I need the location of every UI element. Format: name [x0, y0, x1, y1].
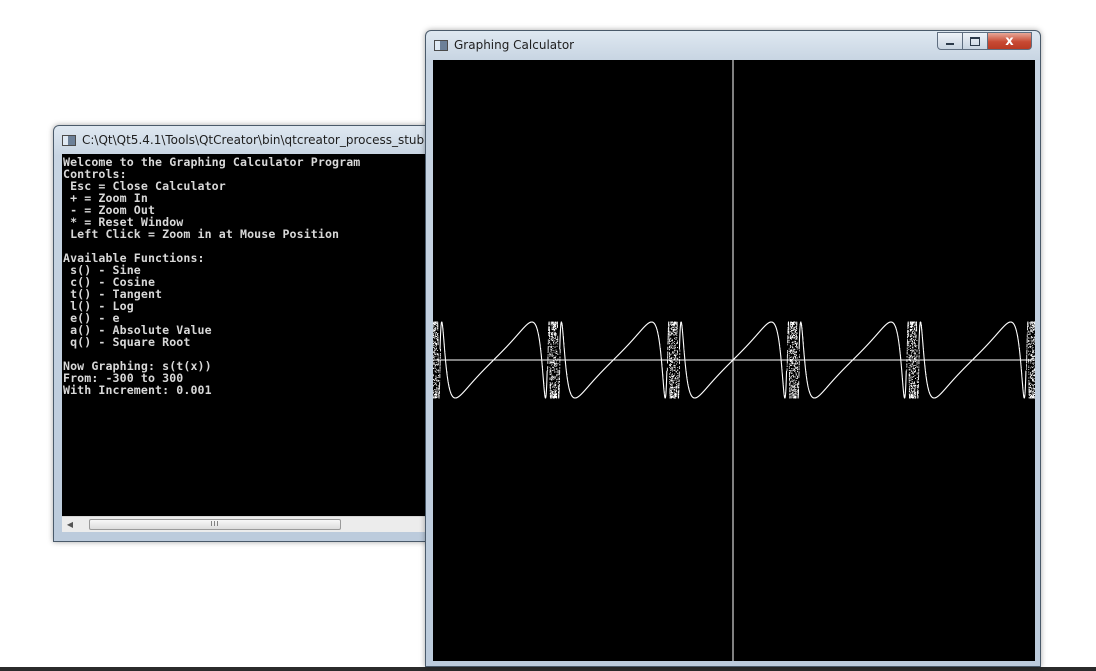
maximize-icon: [970, 37, 980, 46]
console-window[interactable]: C:\Qt\Qt5.4.1\Tools\QtCreator\bin\qtcrea…: [53, 125, 453, 542]
minimize-button[interactable]: [937, 32, 963, 50]
console-title: C:\Qt\Qt5.4.1\Tools\QtCreator\bin\qtcrea…: [82, 133, 449, 147]
scroll-left-arrow-icon[interactable]: ◀: [62, 517, 78, 532]
console-line: Left Click = Zoom in at Mouse Position: [63, 227, 339, 241]
console-titlebar[interactable]: C:\Qt\Qt5.4.1\Tools\QtCreator\bin\qtcrea…: [54, 126, 452, 154]
graph-window[interactable]: Graphing Calculator x: [425, 30, 1041, 667]
console-output-text: Welcome to the Graphing Calculator Progr…: [62, 154, 442, 396]
scrollbar-grip: III: [210, 521, 219, 528]
console-app-icon: [62, 135, 76, 146]
console-line: With Increment: 0.001: [63, 383, 212, 397]
graph-app-icon: [434, 40, 448, 51]
horizontal-scrollbar[interactable]: ◀ III: [62, 516, 442, 532]
minimize-icon: [946, 43, 954, 45]
close-icon: x: [1005, 34, 1013, 49]
graph-canvas[interactable]: [433, 60, 1035, 661]
console-output-area[interactable]: Welcome to the Graphing Calculator Progr…: [62, 154, 442, 516]
console-line: q() - Square Root: [63, 335, 190, 349]
graph-plot[interactable]: [433, 60, 1035, 661]
close-button[interactable]: x: [988, 32, 1032, 50]
scrollbar-thumb[interactable]: III: [89, 519, 341, 530]
taskbar-edge: [0, 667, 1096, 671]
maximize-button[interactable]: [963, 32, 988, 50]
window-controls: x: [937, 32, 1032, 50]
graph-title: Graphing Calculator: [454, 38, 574, 52]
